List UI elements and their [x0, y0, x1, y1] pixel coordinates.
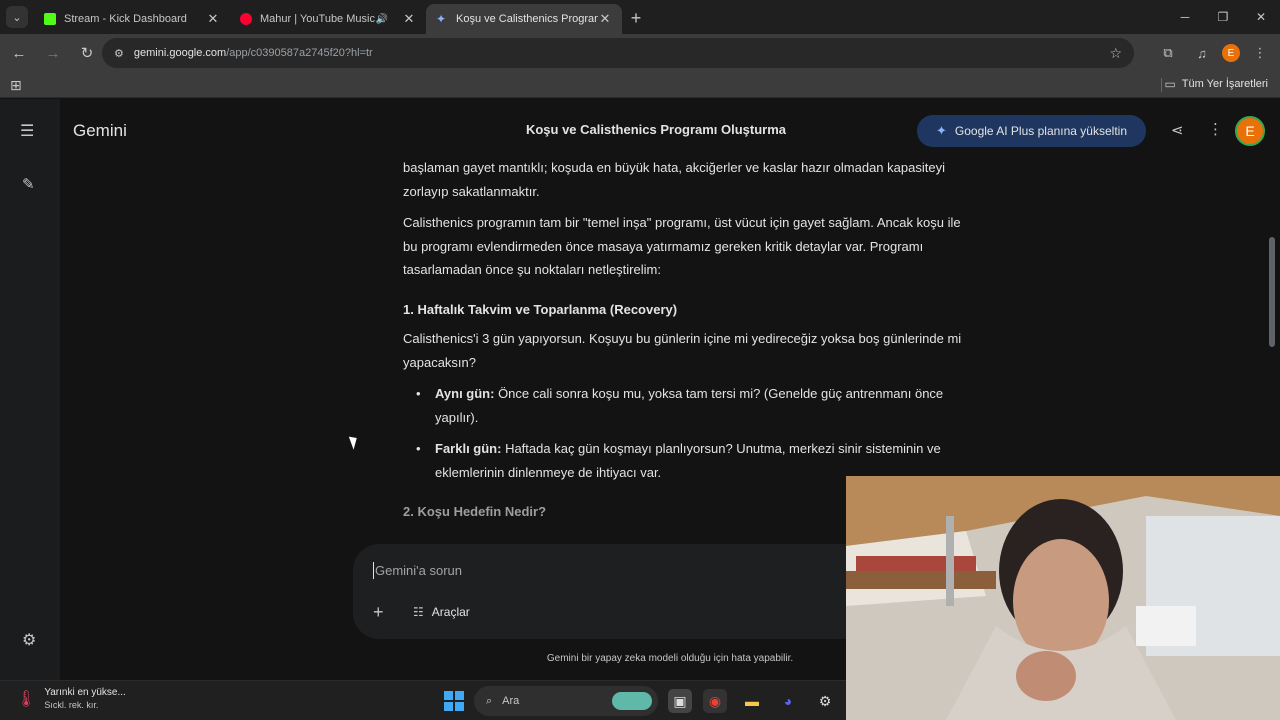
settings-gear-icon[interactable]: ⚙ [22, 630, 36, 650]
youtube-music-icon [240, 13, 252, 25]
bookmarks-divider [1161, 78, 1162, 92]
upgrade-label: Google AI Plus planına yükseltin [954, 124, 1127, 138]
close-icon[interactable]: ✕ [206, 11, 220, 27]
apps-grid-icon[interactable]: ⊞ [10, 77, 22, 94]
gemini-brand[interactable]: Gemini [73, 121, 127, 141]
speaker-icon[interactable]: 🔊 [376, 14, 388, 25]
windows-taskbar: 🌡 Yarınki en yükse... Sıckl. rek. kır. ⌕… [0, 680, 846, 720]
reload-icon[interactable]: ↻ [72, 38, 102, 68]
extensions-icon[interactable]: ⧉ [1154, 38, 1182, 68]
tab-title: Mahur | YouTube Music [260, 13, 375, 25]
all-bookmarks-button[interactable]: ▭ Tüm Yer İşaretleri [1164, 77, 1268, 91]
url-host: gemini.google.com [133, 47, 227, 59]
search-icon: ⌕ [486, 694, 493, 707]
file-explorer-icon[interactable]: ▬ [740, 689, 764, 713]
all-bookmarks-label: Tüm Yer İşaretleri [1181, 78, 1268, 90]
scrollbar-thumb[interactable] [1269, 237, 1275, 347]
search-highlight-image [612, 692, 652, 710]
gemini-icon: ✦ [436, 12, 447, 26]
weather-line-2: Sıckl. rek. kır. [44, 700, 99, 710]
forward-icon[interactable]: → [38, 38, 68, 68]
tab-search-button[interactable]: ⌄ [6, 6, 28, 28]
tab-gemini[interactable]: ✦ Koşu ve Calisthenics Programı C ✕ [426, 4, 622, 34]
list-item: Aynı gün: Önce cali sonra koşu mu, yoksa… [416, 382, 978, 429]
app-icon[interactable]: ⚙ [813, 689, 837, 713]
weather-line-1: Yarınki en yükse... [44, 687, 126, 698]
disclaimer-text: Gemini bir yapay zeka modeli olduğu için… [546, 653, 794, 664]
tab-kick-dashboard[interactable]: Stream - Kick Dashboard ✕ [34, 4, 230, 34]
close-icon[interactable]: ✕ [598, 11, 612, 27]
sparkle-icon: ✦ [935, 123, 947, 138]
browser-tab-strip: ⌄ Stream - Kick Dashboard ✕ Mahur | YouT… [0, 0, 1280, 34]
back-icon[interactable]: ← [4, 38, 34, 68]
list-item-text: Haftada kaç gün koşmayı planlıyorsun? Un… [435, 441, 941, 480]
discord-icon[interactable]: ◕ [776, 689, 800, 713]
restore-icon[interactable]: ❐ [1204, 0, 1242, 34]
list-item-text: Önce cali sonra koşu mu, yoksa tam tersi… [435, 386, 944, 425]
tools-sliders-icon: ☷ [413, 605, 424, 619]
side-rail: ☰ ✎ ⚙ [0, 99, 60, 680]
response-list: Aynı gün: Önce cali sonra koşu mu, yoksa… [416, 382, 978, 484]
response-paragraph: Calisthenics'i 3 gün yapıyorsun. Koşuyu … [403, 331, 962, 370]
url-path: /app/c0390587a2745f20?hl=tr [226, 47, 373, 59]
bookmark-star-icon[interactable]: ☆ [1109, 45, 1122, 62]
taskbar-search[interactable]: ⌕ Ara [474, 686, 658, 716]
browser-toolbar: ← → ↻ ⚙ gemini.google.com/app/c0390587a2… [0, 34, 1280, 72]
kick-icon [44, 13, 56, 25]
chat-title: Koşu ve Calisthenics Programı Oluşturma [525, 122, 787, 137]
profile-avatar[interactable]: E [1222, 44, 1240, 62]
tab-title: Stream - Kick Dashboard [64, 13, 187, 25]
webcam-feed-image [846, 476, 1280, 720]
response-heading: 1. Haftalık Takvim ve Toparlanma (Recove… [403, 301, 678, 317]
media-control-icon[interactable]: ♫ [1188, 38, 1216, 68]
windows-start-icon[interactable] [444, 691, 464, 711]
minimize-icon[interactable]: ─ [1166, 0, 1204, 34]
chrome-icon[interactable]: ◉ [703, 689, 727, 713]
toolbar-actions: ⧉ ♫ E ⋮ [1154, 38, 1274, 68]
address-bar[interactable]: ⚙ gemini.google.com/app/c0390587a2745f20… [102, 38, 1134, 68]
prompt-input[interactable]: Gemini'a sorun [373, 562, 462, 579]
task-view-icon[interactable]: ▣ [668, 689, 692, 713]
chrome-menu-icon[interactable]: ⋮ [1246, 38, 1274, 68]
tools-button[interactable]: ☷ Araçlar [413, 605, 470, 619]
user-avatar[interactable]: E [1235, 116, 1265, 146]
weather-widget[interactable]: 🌡 Yarınki en yükse... Sıckl. rek. kır. [16, 687, 126, 710]
close-window-icon[interactable]: ✕ [1242, 0, 1280, 34]
model-response: başlaman gayet mantıklı; koşuda en büyük… [403, 156, 978, 530]
webcam-overlay [846, 476, 1280, 720]
tab-youtube-music[interactable]: Mahur | YouTube Music 🔊 ✕ [230, 4, 426, 34]
add-attachment-icon[interactable]: + [373, 602, 384, 623]
window-controls: ─ ❐ ✕ [1166, 0, 1280, 34]
new-chat-icon[interactable]: ✎ [22, 175, 35, 193]
search-label: Ara [502, 695, 520, 707]
list-item-term: Aynı gün: [435, 386, 495, 401]
response-paragraph: Calisthenics programın tam bir "temel in… [403, 215, 961, 277]
response-paragraph: başlaman gayet mantıklı; koşuda en büyük… [403, 160, 945, 199]
thermometer-icon: 🌡 [16, 691, 37, 708]
close-icon[interactable]: ✕ [402, 11, 416, 27]
hamburger-menu-icon[interactable]: ☰ [20, 121, 34, 141]
folder-icon: ▭ [1164, 77, 1176, 91]
new-tab-button[interactable]: + [622, 4, 650, 32]
bookmarks-bar: ⊞ ▭ Tüm Yer İşaretleri [0, 72, 1280, 98]
list-item-term: Farklı gün: [435, 441, 502, 456]
tools-label: Araçlar [431, 605, 470, 619]
upgrade-button[interactable]: ✦ Google AI Plus planına yükseltin [917, 115, 1146, 147]
site-info-icon[interactable]: ⚙ [114, 47, 124, 60]
share-icon[interactable]: ⋖ [1171, 121, 1184, 139]
tab-title: Koşu ve Calisthenics Programı C [456, 13, 598, 25]
more-options-icon[interactable]: ⋮ [1208, 120, 1223, 138]
